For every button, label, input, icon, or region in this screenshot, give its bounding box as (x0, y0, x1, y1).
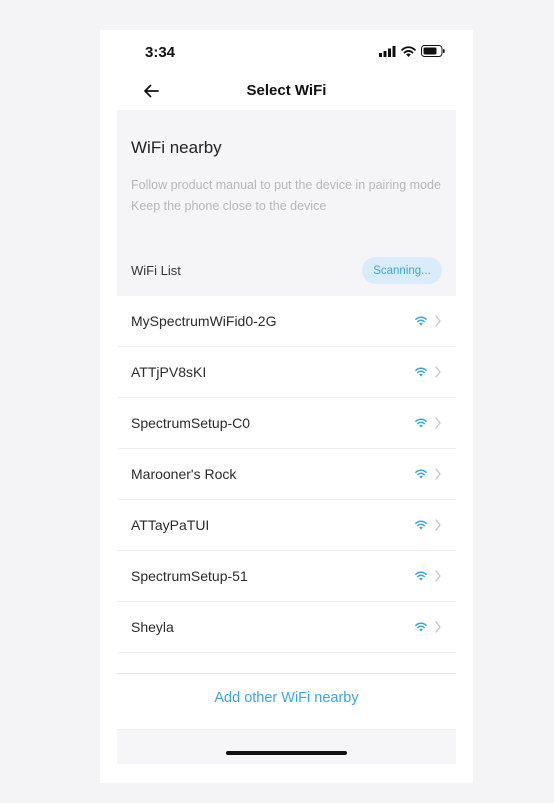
wifi-network-row[interactable]: SpectrumSetup-51 (117, 551, 456, 602)
chevron-right-icon (435, 315, 441, 327)
wifi-network-row[interactable]: MySpectrumWiFid0-2G (117, 296, 456, 347)
status-icons (379, 45, 445, 57)
wifi-network-name: Marooner's Rock (131, 466, 237, 482)
chevron-right-icon (435, 366, 441, 378)
footer-divider (117, 673, 456, 674)
wifi-network-name: ATTjPV8sKI (131, 364, 207, 380)
scanning-badge: Scanning... (362, 257, 442, 284)
chevron-right-icon (435, 468, 441, 480)
wifi-signal-icon (415, 367, 427, 377)
wifi-network-name: Sheyla (131, 619, 174, 635)
wifi-network-row[interactable]: Sheyla (117, 602, 456, 653)
wifi-signal-icon (415, 571, 427, 581)
add-other-wifi-link[interactable]: Add other WiFi nearby (117, 690, 456, 706)
battery-icon (421, 45, 445, 57)
home-indicator-area (117, 729, 456, 764)
chevron-right-icon (435, 417, 441, 429)
wifi-signal-icon (415, 418, 427, 428)
instruction-pairing-mode: Follow product manual to put the device … (131, 178, 441, 192)
wifi-network-name: ATTayPaTUI (131, 517, 210, 533)
phone-screen: 3:34 Select WiFi WiFi nearby Follow prod… (100, 30, 473, 783)
chevron-right-icon (435, 570, 441, 582)
wifi-status-icon (401, 45, 416, 57)
wifi-signal-icon (415, 316, 427, 326)
wifi-signal-icon (415, 469, 427, 479)
chevron-right-icon (435, 519, 441, 531)
chevron-right-icon (435, 621, 441, 633)
wifi-nearby-panel: WiFi nearby Follow product manual to put… (117, 110, 456, 296)
wifi-network-name: SpectrumSetup-51 (131, 568, 248, 584)
wifi-network-row[interactable]: Marooner's Rock (117, 449, 456, 500)
status-time: 3:34 (145, 44, 176, 61)
wifi-network-name: MySpectrumWiFid0-2G (131, 313, 277, 329)
cellular-signal-icon (379, 45, 396, 57)
wifi-network-row[interactable]: ATTayPaTUI (117, 500, 456, 551)
status-bar: 3:34 (100, 30, 473, 74)
page-title: Select WiFi (246, 82, 327, 99)
wifi-list-label: WiFi List (131, 263, 181, 278)
wifi-signal-icon (415, 520, 427, 530)
wifi-network-row[interactable]: SpectrumSetup-C0 (117, 398, 456, 449)
wifi-network-name: SpectrumSetup-C0 (131, 415, 251, 431)
wifi-network-row[interactable]: ATTjPV8sKI (117, 347, 456, 398)
wifi-nearby-title: WiFi nearby (131, 138, 222, 157)
navigation-bar: Select WiFi (100, 74, 473, 110)
home-indicator[interactable] (226, 751, 347, 755)
instruction-phone-close: Keep the phone close to the device (131, 199, 327, 213)
pairing-instructions: Follow product manual to put the device … (131, 177, 449, 219)
wifi-list: MySpectrumWiFid0-2G ATTjPV8sKI SpectrumS (117, 296, 456, 653)
wifi-signal-icon (415, 622, 427, 632)
